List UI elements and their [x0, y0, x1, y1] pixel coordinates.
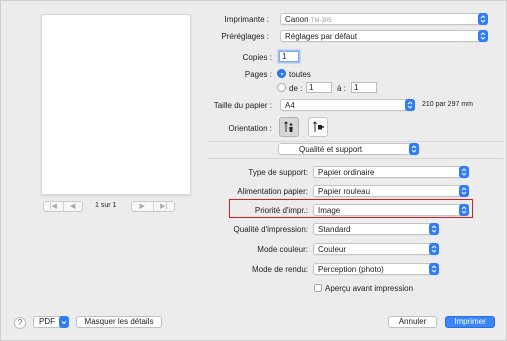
- chevron-updown-icon: [429, 263, 439, 275]
- print-quality-value: Standard: [318, 225, 351, 234]
- hide-details-button[interactable]: Masquer les détails: [76, 316, 162, 328]
- printer-model: TM-305: [310, 18, 332, 24]
- chevron-updown-icon: [478, 13, 488, 25]
- paper-size-value: A4: [285, 101, 295, 110]
- first-page-button[interactable]: |◀: [44, 202, 63, 211]
- chevron-updown-icon: [405, 99, 415, 111]
- next-page-button[interactable]: ▶: [132, 202, 153, 211]
- chevron-updown-icon: [459, 166, 469, 178]
- media-type-label: Type de support:: [248, 168, 308, 177]
- chevron-updown-icon: [478, 30, 488, 42]
- render-mode-value: Perception (photo): [318, 265, 384, 274]
- portrait-icon: [284, 121, 293, 132]
- help-button[interactable]: ?: [14, 317, 26, 329]
- pages-label: Pages :: [244, 70, 272, 79]
- page-nav-back: |◀ ◀: [43, 201, 83, 212]
- pdf-button[interactable]: PDF: [33, 316, 69, 328]
- pages-from-input[interactable]: 1: [306, 82, 332, 93]
- chevron-updown-icon: [459, 204, 469, 216]
- pages-from-label: de :: [289, 84, 303, 93]
- print-dialog: |◀ ◀ 1 sur 1 ▶ ▶| Imprimante : Canon TM-…: [0, 0, 507, 341]
- prev-page-button[interactable]: ◀: [62, 202, 83, 211]
- print-preview-checkbox[interactable]: [314, 284, 322, 292]
- print-quality-select[interactable]: Standard: [313, 223, 439, 235]
- orientation-label: Orientation :: [228, 124, 272, 133]
- page-counter: 1 sur 1: [95, 202, 117, 209]
- print-preview-label: Aperçu avant impression: [325, 284, 414, 293]
- pages-all-label: toutes: [289, 70, 311, 79]
- chevron-updown-icon: [429, 223, 439, 235]
- paper-dimensions: 210 par 297 mm: [422, 101, 473, 108]
- orientation-portrait-button[interactable]: [279, 117, 299, 137]
- color-mode-label: Mode couleur:: [257, 245, 308, 254]
- section-divider: [207, 141, 503, 142]
- paper-source-label: Alimentation papier:: [237, 187, 308, 196]
- print-priority-label: Priorité d'impr.:: [254, 206, 308, 215]
- presets-value: Réglages par défaut: [285, 32, 358, 41]
- print-priority-value: Image: [318, 206, 341, 215]
- paper-size-select[interactable]: A4: [280, 99, 415, 111]
- media-type-select[interactable]: Papier ordinaire: [313, 166, 469, 178]
- copies-input[interactable]: 1: [279, 51, 299, 62]
- pages-to-label: à :: [337, 84, 346, 93]
- printer-select[interactable]: Canon TM-305: [280, 13, 488, 25]
- color-mode-select[interactable]: Couleur: [313, 243, 439, 255]
- print-button[interactable]: Imprimer: [445, 316, 495, 328]
- printer-value: Canon: [285, 15, 309, 24]
- landscape-icon: [313, 121, 324, 132]
- chevron-updown-icon: [459, 185, 469, 197]
- render-mode-label: Mode de rendu:: [251, 265, 308, 274]
- section-select[interactable]: Qualité et support: [278, 143, 419, 155]
- render-mode-select[interactable]: Perception (photo): [313, 263, 439, 275]
- pages-to-input[interactable]: 1: [351, 82, 377, 93]
- color-mode-value: Couleur: [318, 245, 347, 254]
- print-quality-label: Qualité d'impression:: [233, 225, 308, 234]
- paper-source-value: Papier rouleau: [318, 187, 371, 196]
- page-nav-forward: ▶ ▶|: [131, 201, 175, 212]
- section-value: Qualité et support: [299, 145, 363, 154]
- pages-range-radio[interactable]: [277, 83, 286, 92]
- copies-label: Copies :: [242, 53, 272, 62]
- orientation-landscape-button[interactable]: [308, 117, 328, 137]
- presets-select[interactable]: Réglages par défaut: [280, 30, 488, 42]
- chevron-updown-icon: [409, 143, 419, 155]
- cancel-button[interactable]: Annuler: [388, 316, 437, 328]
- paper-size-label: Taille du papier :: [213, 101, 272, 110]
- media-type-value: Papier ordinaire: [318, 168, 375, 177]
- section-divider-bottom: [207, 158, 503, 159]
- last-page-button[interactable]: ▶|: [152, 202, 175, 211]
- print-priority-select[interactable]: Image: [313, 204, 469, 216]
- print-preview: [41, 14, 191, 195]
- pdf-label: PDF: [39, 317, 55, 326]
- chevron-updown-icon: [429, 243, 439, 255]
- chevron-down-icon: [59, 316, 69, 328]
- paper-source-select[interactable]: Papier rouleau: [313, 185, 469, 197]
- presets-label: Préréglages :: [221, 32, 269, 41]
- pages-all-radio[interactable]: [277, 69, 286, 78]
- printer-label: Imprimante :: [224, 15, 269, 24]
